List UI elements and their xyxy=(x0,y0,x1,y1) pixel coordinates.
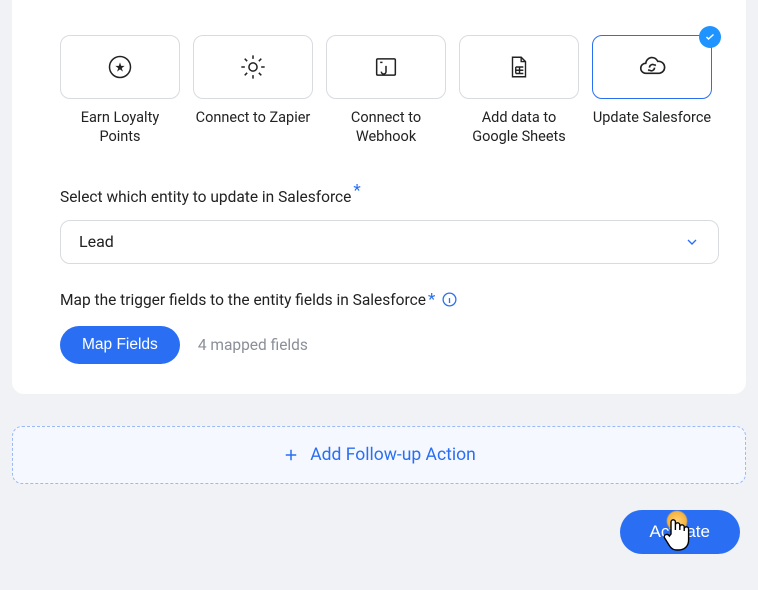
followup-label: Add Follow-up Action xyxy=(310,445,475,465)
action-box-connect-zapier[interactable] xyxy=(193,35,313,99)
action-label: Add data to Google Sheets xyxy=(459,109,579,147)
mapped-fields-count: 4 mapped fields xyxy=(198,336,308,354)
required-asterisk: * xyxy=(428,290,435,310)
chevron-down-icon xyxy=(684,234,700,250)
webhook-icon xyxy=(372,53,400,81)
sheets-icon xyxy=(506,54,532,80)
action-label: Update Salesforce xyxy=(593,109,711,128)
info-icon[interactable] xyxy=(441,291,458,308)
selected-check-badge xyxy=(699,26,721,48)
gear-icon xyxy=(239,53,267,81)
footer-actions: Activate xyxy=(0,484,758,554)
action-box-update-salesforce[interactable] xyxy=(592,35,712,99)
map-fields-label: Map the trigger fields to the entity fie… xyxy=(60,290,711,310)
plus-icon xyxy=(282,446,300,464)
entity-select-label: Select which entity to update in Salesfo… xyxy=(60,181,711,206)
map-fields-button[interactable]: Map Fields xyxy=(60,326,180,364)
action-grid: Earn Loyalty Points Connect to Zapier Co… xyxy=(60,3,711,147)
action-connect-webhook: Connect to Webhook xyxy=(326,3,446,147)
entity-select[interactable]: Lead xyxy=(60,220,719,264)
action-update-salesforce: Update Salesforce xyxy=(592,3,712,147)
action-earn-loyalty: Earn Loyalty Points xyxy=(60,3,180,147)
action-connect-zapier: Connect to Zapier xyxy=(193,3,313,147)
action-add-google-sheets: Add data to Google Sheets xyxy=(459,3,579,147)
cloud-sync-icon xyxy=(637,52,667,82)
action-label: Connect to Zapier xyxy=(196,109,311,128)
config-card: contact email email workflow Earn Loyalt… xyxy=(12,0,746,394)
action-box-add-google-sheets[interactable] xyxy=(459,35,579,99)
map-fields-row: Map Fields 4 mapped fields xyxy=(60,326,711,364)
add-followup-action[interactable]: Add Follow-up Action xyxy=(12,426,746,484)
star-circle-icon xyxy=(106,53,134,81)
required-asterisk: * xyxy=(353,181,360,201)
activate-button[interactable]: Activate xyxy=(620,510,740,554)
entity-select-value: Lead xyxy=(79,232,114,251)
action-label: Connect to Webhook xyxy=(326,109,446,147)
check-icon xyxy=(704,31,716,43)
action-box-connect-webhook[interactable] xyxy=(326,35,446,99)
action-label: Earn Loyalty Points xyxy=(60,109,180,147)
action-box-earn-loyalty[interactable] xyxy=(60,35,180,99)
